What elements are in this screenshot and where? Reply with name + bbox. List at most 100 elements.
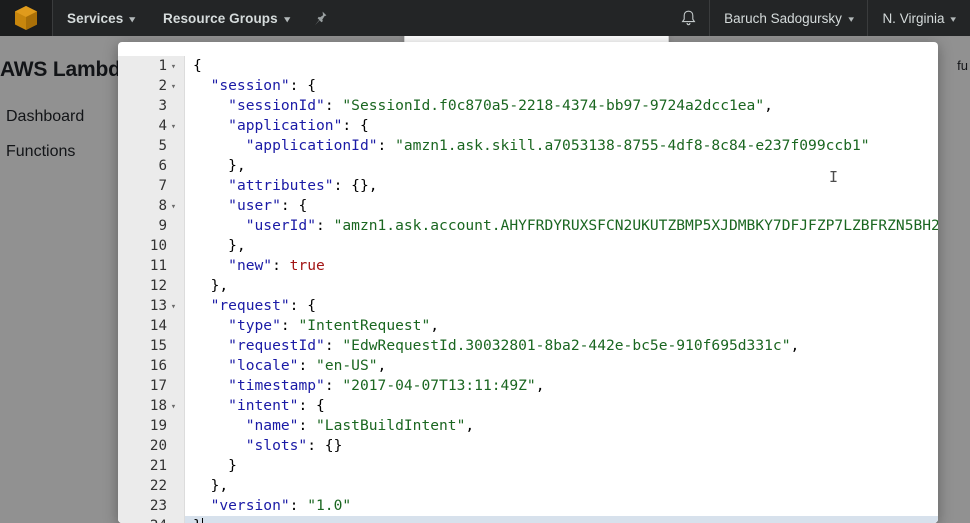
line-number-21[interactable]: 21▾ xyxy=(118,456,184,476)
code-line-6[interactable]: }, xyxy=(185,156,938,176)
fold-toggle-icon[interactable]: ▾ xyxy=(167,402,180,412)
code-line-4[interactable]: "application": { xyxy=(185,116,938,136)
code-line-13[interactable]: "request": { xyxy=(185,296,938,316)
code-line-3[interactable]: "sessionId": "SessionId.f0c870a5-2218-43… xyxy=(185,96,938,116)
code-line-22[interactable]: }, xyxy=(185,476,938,496)
code-content[interactable]: { "session": { "sessionId": "SessionId.f… xyxy=(185,56,938,523)
line-number-19[interactable]: 19▾ xyxy=(118,416,184,436)
code-line-16[interactable]: "locale": "en-US", xyxy=(185,356,938,376)
code-token: "applicationId" xyxy=(245,137,378,154)
code-line-8[interactable]: "user": { xyxy=(185,196,938,216)
code-token: : xyxy=(298,417,317,434)
line-number-3[interactable]: 3▾ xyxy=(118,96,184,116)
code-line-24[interactable]: } xyxy=(185,516,938,523)
code-token: : { xyxy=(289,297,317,314)
line-number-1[interactable]: 1 ▾ xyxy=(118,56,184,76)
line-number-15[interactable]: 15▾ xyxy=(118,336,184,356)
line-number-10[interactable]: 10▾ xyxy=(118,236,184,256)
code-token: , xyxy=(764,97,773,114)
code-line-11[interactable]: "new": true xyxy=(185,256,938,276)
fold-toggle-icon[interactable]: ▾ xyxy=(167,82,180,92)
code-line-15[interactable]: "requestId": "EdwRequestId.30032801-8ba2… xyxy=(185,336,938,356)
bell-icon[interactable] xyxy=(667,0,709,36)
line-number-label: 2 xyxy=(158,78,167,94)
code-token: : { xyxy=(342,117,369,134)
code-line-21[interactable]: } xyxy=(185,456,938,476)
fold-toggle-icon[interactable]: ▾ xyxy=(167,302,180,312)
code-line-10[interactable]: }, xyxy=(185,236,938,256)
code-line-1[interactable]: { xyxy=(185,56,938,76)
line-number-8[interactable]: 8 ▾ xyxy=(118,196,184,216)
code-token: }, xyxy=(193,477,229,494)
line-number-label: 4 xyxy=(158,118,167,134)
chevron-down-icon: ▾ xyxy=(848,13,855,24)
line-number-9[interactable]: 9▾ xyxy=(118,216,184,236)
line-number-2[interactable]: 2 ▾ xyxy=(118,76,184,96)
code-line-18[interactable]: "intent": { xyxy=(185,396,938,416)
line-number-label: 16 xyxy=(149,358,167,374)
line-number-22[interactable]: 22▾ xyxy=(118,476,184,496)
line-number-label: 14 xyxy=(149,318,167,334)
line-number-13[interactable]: 13 ▾ xyxy=(118,296,184,316)
code-token: "user" xyxy=(228,197,281,214)
code-line-23[interactable]: "version": "1.0" xyxy=(185,496,938,516)
line-number-label: 22 xyxy=(149,478,167,494)
nav-resource-groups-menu[interactable]: Resource Groups ▾ xyxy=(149,0,303,36)
code-token: : xyxy=(324,97,343,114)
bell-icon-svg xyxy=(681,10,696,25)
json-code-editor[interactable]: 1▾2▾3▾4▾5▾6▾7▾8▾9▾10▾11▾12▾13▾14▾15▾16▾1… xyxy=(118,56,938,523)
line-number-20[interactable]: 20▾ xyxy=(118,436,184,456)
nav-services-menu[interactable]: Services ▾ xyxy=(53,0,149,36)
line-number-7[interactable]: 7▾ xyxy=(118,176,184,196)
code-line-12[interactable]: }, xyxy=(185,276,938,296)
line-number-4[interactable]: 4 ▾ xyxy=(118,116,184,136)
code-token: "version" xyxy=(210,497,290,514)
line-number-label: 21 xyxy=(149,458,167,474)
code-token: "slots" xyxy=(245,437,308,454)
line-number-17[interactable]: 17▾ xyxy=(118,376,184,396)
fold-toggle-icon[interactable]: ▾ xyxy=(167,202,180,212)
nav-account-label: Baruch Sadogursky xyxy=(724,10,842,26)
nav-region-menu[interactable]: N. Virginia ▾ xyxy=(868,0,970,36)
fold-toggle-icon[interactable]: ▾ xyxy=(167,62,180,72)
code-line-7[interactable]: "attributes": {}, xyxy=(185,176,938,196)
line-number-23[interactable]: 23▾ xyxy=(118,496,184,516)
line-number-16[interactable]: 16▾ xyxy=(118,356,184,376)
code-line-9[interactable]: "userId": "amzn1.ask.account.AHYFRDYRUXS… xyxy=(185,216,938,236)
line-number-24[interactable]: 24▾ xyxy=(118,516,184,523)
line-number-14[interactable]: 14▾ xyxy=(118,316,184,336)
line-number-label: 3 xyxy=(158,98,167,114)
line-number-label: 23 xyxy=(149,498,167,514)
navbar-left-group: Services ▾ Resource Groups ▾ xyxy=(0,0,337,36)
code-token: : xyxy=(377,137,396,154)
line-number-6[interactable]: 6▾ xyxy=(118,156,184,176)
line-number-5[interactable]: 5▾ xyxy=(118,136,184,156)
line-number-label: 24 xyxy=(145,516,167,523)
code-token: }, xyxy=(193,277,229,294)
line-number-gutter[interactable]: 1▾2▾3▾4▾5▾6▾7▾8▾9▾10▾11▾12▾13▾14▾15▾16▾1… xyxy=(118,56,185,523)
line-number-12[interactable]: 12▾ xyxy=(118,276,184,296)
code-line-14[interactable]: "type": "IntentRequest", xyxy=(185,316,938,336)
line-number-label: 20 xyxy=(149,438,167,454)
aws-navbar: Services ▾ Resource Groups ▾ Baruch Sado… xyxy=(0,0,970,36)
code-token: : xyxy=(289,497,308,514)
aws-cube-icon[interactable] xyxy=(0,0,52,36)
code-line-5[interactable]: "applicationId": "amzn1.ask.skill.a70531… xyxy=(185,136,938,156)
code-token: } xyxy=(193,457,237,474)
line-number-label: 10 xyxy=(149,238,167,254)
nav-account-menu[interactable]: Baruch Sadogursky ▾ xyxy=(710,0,867,36)
code-line-17[interactable]: "timestamp": "2017-04-07T13:11:49Z", xyxy=(185,376,938,396)
fold-toggle-icon[interactable]: ▾ xyxy=(167,122,180,132)
code-line-2[interactable]: "session": { xyxy=(185,76,938,96)
line-number-11[interactable]: 11▾ xyxy=(118,256,184,276)
pin-icon[interactable] xyxy=(303,0,337,36)
code-token: : xyxy=(316,217,334,234)
line-number-18[interactable]: 18 ▾ xyxy=(118,396,184,416)
line-number-label: 19 xyxy=(149,418,167,434)
code-line-20[interactable]: "slots": {} xyxy=(185,436,938,456)
code-line-19[interactable]: "name": "LastBuildIntent", xyxy=(185,416,938,436)
